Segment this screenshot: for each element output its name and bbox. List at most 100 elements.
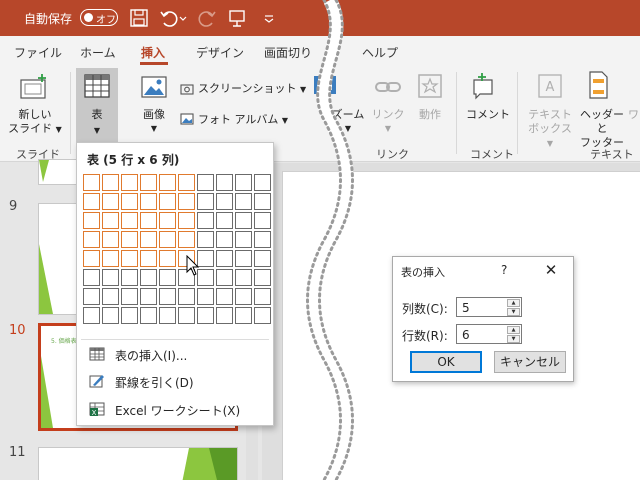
photo-album-icon[interactable] — [180, 112, 194, 126]
new-slide-icon[interactable] — [18, 72, 50, 102]
comment-button[interactable]: コメント — [466, 108, 510, 122]
rows-down-icon[interactable]: ▼ — [507, 335, 520, 343]
table-grid-cell[interactable] — [83, 288, 100, 305]
dialog-close-icon[interactable]: ✕ — [543, 261, 559, 279]
table-grid-cell[interactable] — [121, 288, 138, 305]
insert-table-menu-item[interactable]: 表の挿入(I)... — [89, 343, 269, 365]
table-grid-cell-selected[interactable] — [159, 174, 176, 191]
table-grid-cell[interactable] — [140, 288, 157, 305]
table-grid-cell[interactable] — [140, 269, 157, 286]
tab-insert[interactable]: 挿入 — [141, 44, 165, 61]
table-grid-cell-selected[interactable] — [83, 212, 100, 229]
table-grid-cell[interactable] — [216, 288, 233, 305]
table-grid-cell[interactable] — [197, 288, 214, 305]
table-grid-cell-selected[interactable] — [83, 250, 100, 267]
table-grid-cell-selected[interactable] — [178, 174, 195, 191]
table-grid-cell-selected[interactable] — [102, 212, 119, 229]
draw-table-menu-item[interactable]: 罫線を引く(D) — [89, 370, 269, 392]
table-grid-cell[interactable] — [197, 231, 214, 248]
table-grid-cell[interactable] — [83, 307, 100, 324]
table-grid-cell[interactable] — [159, 269, 176, 286]
table-grid-cell[interactable] — [216, 193, 233, 210]
table-grid-cell[interactable] — [83, 269, 100, 286]
table-grid-cell[interactable] — [140, 307, 157, 324]
table-grid-cell[interactable] — [159, 288, 176, 305]
table-grid-cell-selected[interactable] — [102, 174, 119, 191]
cancel-button[interactable]: キャンセル — [494, 351, 566, 373]
table-grid-cell-selected[interactable] — [121, 193, 138, 210]
table-grid-cell[interactable] — [254, 307, 271, 324]
table-grid-cell[interactable] — [197, 307, 214, 324]
tab-home[interactable]: ホーム — [80, 44, 116, 61]
undo-dropdown-icon[interactable] — [178, 7, 188, 29]
table-grid-cell[interactable] — [197, 174, 214, 191]
table-grid-cell-selected[interactable] — [140, 174, 157, 191]
table-grid-cell[interactable] — [254, 231, 271, 248]
columns-spinner[interactable]: 5 ▲ ▼ — [456, 297, 522, 317]
table-grid-cell-selected[interactable] — [121, 231, 138, 248]
table-grid-cell[interactable] — [102, 288, 119, 305]
table-grid-cell-selected[interactable] — [102, 193, 119, 210]
table-grid-cell[interactable] — [254, 250, 271, 267]
rows-up-icon[interactable]: ▲ — [507, 326, 520, 334]
columns-up-icon[interactable]: ▲ — [507, 299, 520, 307]
table-grid-cell-selected[interactable] — [140, 212, 157, 229]
table-grid-cell[interactable] — [121, 269, 138, 286]
dialog-help-button[interactable]: ? — [501, 263, 507, 277]
columns-value[interactable]: 5 — [462, 301, 470, 315]
table-grid-cell-selected[interactable] — [178, 231, 195, 248]
screenshot-icon[interactable] — [180, 82, 194, 96]
table-grid-cell-selected[interactable] — [159, 250, 176, 267]
table-grid-cell[interactable] — [235, 288, 252, 305]
table-grid-cell[interactable] — [235, 193, 252, 210]
presentation-icon[interactable] — [226, 7, 248, 29]
excel-sheet-menu-item[interactable]: X Excel ワークシート(X) — [89, 398, 269, 420]
tab-file[interactable]: ファイル — [14, 44, 62, 61]
table-grid-cell[interactable] — [216, 174, 233, 191]
table-grid-cell-selected[interactable] — [159, 193, 176, 210]
table-grid-cell[interactable] — [197, 193, 214, 210]
table-grid-cell-selected[interactable] — [102, 231, 119, 248]
table-grid-cell[interactable] — [216, 212, 233, 229]
rows-value[interactable]: 6 — [462, 328, 470, 342]
table-grid-cell-selected[interactable] — [83, 174, 100, 191]
autosave-toggle[interactable]: オフ — [80, 9, 118, 26]
table-grid-cell[interactable] — [216, 269, 233, 286]
table-grid-cell-selected[interactable] — [83, 231, 100, 248]
table-grid-cell-selected[interactable] — [102, 250, 119, 267]
screenshot-button[interactable]: スクリーンショット ▼ — [198, 82, 306, 97]
table-grid-cell-selected[interactable] — [159, 212, 176, 229]
table-grid-cell[interactable] — [235, 174, 252, 191]
table-grid-cell[interactable] — [197, 212, 214, 229]
header-footer-icon[interactable] — [586, 70, 610, 100]
table-grid-cell[interactable] — [235, 269, 252, 286]
table-grid-cell-selected[interactable] — [140, 250, 157, 267]
image-icon[interactable] — [140, 74, 168, 100]
table-grid-cell-selected[interactable] — [178, 193, 195, 210]
table-grid-cell[interactable] — [216, 231, 233, 248]
header-footer-button[interactable]: ヘッダーと フッター — [578, 108, 626, 150]
table-grid-cell[interactable] — [121, 307, 138, 324]
table-grid-cell-selected[interactable] — [83, 193, 100, 210]
table-grid-cell[interactable] — [216, 307, 233, 324]
table-grid-cell-selected[interactable] — [178, 212, 195, 229]
table-button[interactable]: 表 ▼ — [76, 68, 118, 144]
table-grid-cell[interactable] — [254, 269, 271, 286]
table-grid-cell-selected[interactable] — [159, 231, 176, 248]
table-grid-cell-selected[interactable] — [121, 174, 138, 191]
undo-icon[interactable] — [158, 7, 180, 29]
table-grid-cell[interactable] — [235, 250, 252, 267]
table-grid-cell[interactable] — [254, 193, 271, 210]
table-grid-cell[interactable] — [254, 288, 271, 305]
table-grid-cell-selected[interactable] — [121, 212, 138, 229]
table-grid-cell[interactable] — [235, 231, 252, 248]
new-slide-button[interactable]: 新しい スライド ▼ — [8, 108, 62, 137]
tab-design[interactable]: デザイン — [196, 44, 244, 61]
comment-icon[interactable] — [470, 72, 498, 100]
table-grid-cell[interactable] — [178, 307, 195, 324]
table-grid-cell[interactable] — [159, 307, 176, 324]
table-grid-cell-selected[interactable] — [121, 250, 138, 267]
save-icon[interactable] — [128, 7, 150, 29]
image-button[interactable]: 画像 ▼ — [134, 108, 174, 136]
customize-qat-icon[interactable] — [258, 7, 280, 29]
